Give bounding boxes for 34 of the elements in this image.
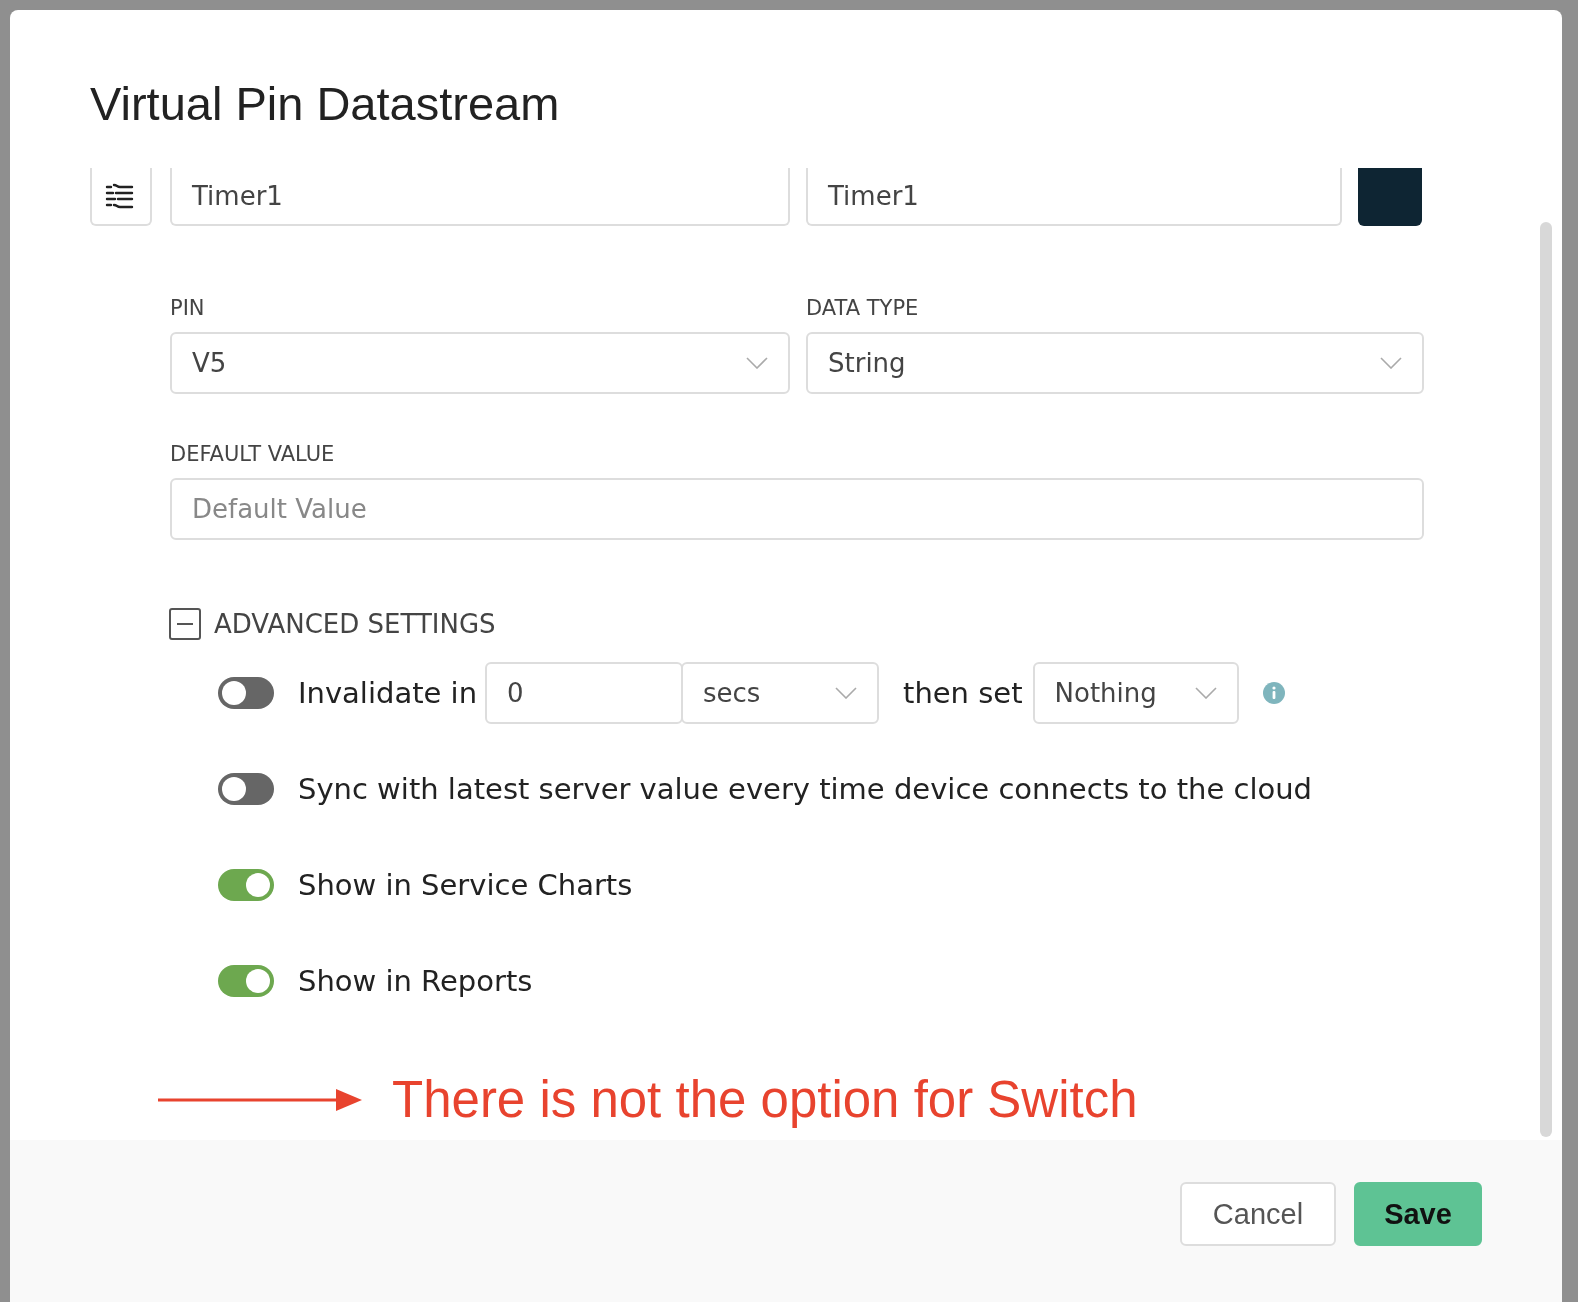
advanced-settings-label: ADVANCED SETTINGS bbox=[214, 609, 496, 639]
alias-field[interactable]: Timer1 bbox=[806, 168, 1342, 226]
info-icon[interactable] bbox=[1262, 682, 1285, 704]
timeout-field[interactable]: 0 bbox=[485, 662, 684, 724]
data-type-select[interactable]: String bbox=[806, 332, 1424, 394]
scrollbar[interactable] bbox=[1540, 222, 1552, 1137]
save-button[interactable]: Save bbox=[1354, 1182, 1482, 1246]
toggle-switch[interactable] bbox=[218, 677, 274, 709]
option-label: Show in Service Charts bbox=[298, 868, 633, 902]
field-label: PIN bbox=[170, 296, 206, 320]
color-swatch[interactable] bbox=[1358, 168, 1422, 226]
chevron-down-icon bbox=[1194, 687, 1217, 699]
icon-picker-button[interactable] bbox=[90, 168, 152, 226]
option-label: Show in Reports bbox=[298, 964, 533, 998]
toggle-switch[interactable] bbox=[218, 869, 274, 901]
toggle-switch[interactable] bbox=[218, 965, 274, 997]
option-label: then set bbox=[903, 676, 1023, 710]
dialog-title: Virtual Pin Datastream bbox=[90, 76, 561, 132]
name-field[interactable]: Timer1 bbox=[170, 168, 790, 226]
field-label: DEFAULT VALUE bbox=[170, 442, 336, 466]
collapse-icon[interactable] bbox=[169, 608, 201, 640]
annotation-text: There is not the option for Switch bbox=[392, 1070, 1138, 1129]
chevron-down-icon bbox=[746, 357, 768, 369]
pin-select[interactable]: V5 bbox=[170, 332, 790, 394]
chevron-down-icon bbox=[1380, 357, 1402, 369]
cancel-button[interactable]: Cancel bbox=[1180, 1182, 1336, 1246]
unit-select[interactable]: secs bbox=[681, 662, 880, 724]
option-label: Sync with latest server value every time device connects to the cloud bbox=[298, 772, 1312, 806]
chevron-down-icon bbox=[835, 687, 858, 699]
toggle-switch[interactable] bbox=[218, 773, 274, 805]
option-label: Invalidate in bbox=[298, 676, 478, 710]
field-label: DATA TYPE bbox=[806, 296, 920, 320]
default-value-field[interactable]: Default Value bbox=[170, 478, 1424, 540]
value-select[interactable]: Nothing bbox=[1032, 662, 1239, 724]
